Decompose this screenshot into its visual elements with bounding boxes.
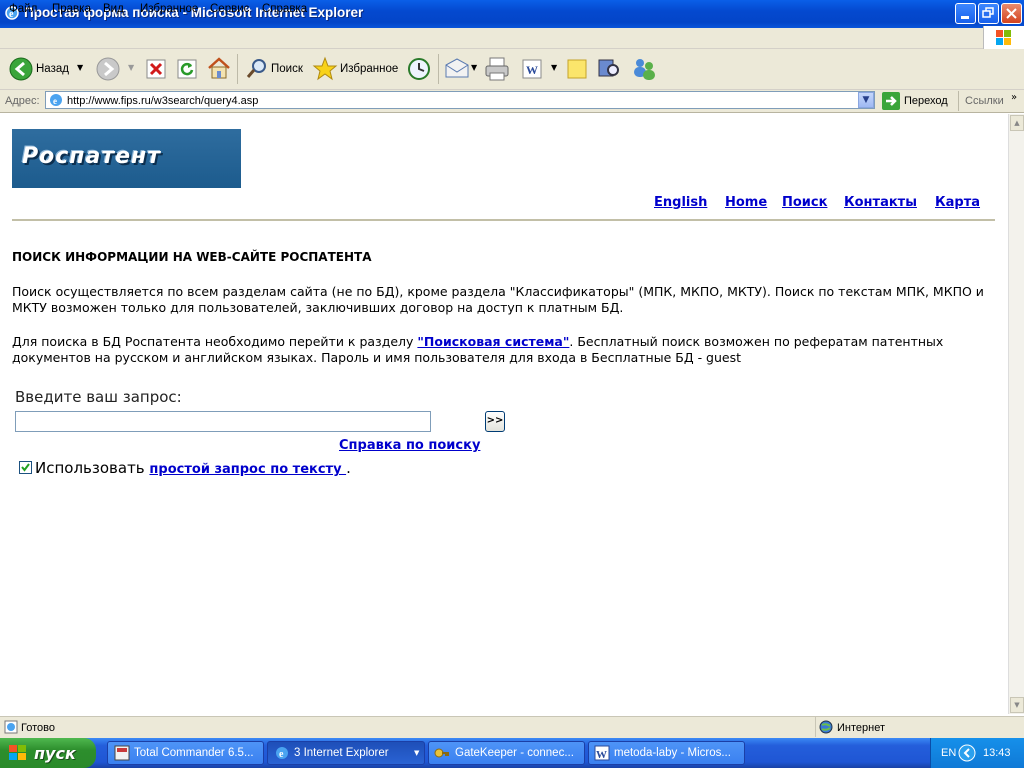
task-label: 3 Internet Explorer (294, 747, 389, 759)
search-icon[interactable] (245, 57, 269, 81)
back-button-label[interactable]: Назад (36, 63, 69, 75)
toolbar-separator (237, 54, 238, 84)
start-label[interactable]: пуск (34, 744, 76, 763)
svg-text:e: e (279, 749, 284, 760)
refresh-icon[interactable] (177, 59, 197, 79)
home-icon[interactable] (207, 56, 231, 80)
total-commander-icon (114, 745, 130, 761)
favorites-star-icon[interactable] (312, 56, 338, 82)
status-separator (815, 717, 816, 737)
close-button[interactable] (1001, 3, 1022, 24)
address-url[interactable]: http://www.fips.ru/w3search/query4.asp (67, 95, 258, 107)
query-label: Введите ваш запрос: (15, 388, 182, 406)
clock: 13:43 (983, 747, 1011, 759)
submit-search-button[interactable]: >> (485, 411, 505, 432)
checkbox-tail: . (346, 459, 351, 477)
go-arrow-icon[interactable] (882, 92, 900, 110)
mail-icon[interactable] (444, 57, 470, 81)
forward-dropdown-icon[interactable]: ▼ (128, 63, 134, 72)
favorites-button-label[interactable]: Избранное (340, 63, 398, 75)
print-icon[interactable] (484, 56, 510, 82)
group-dropdown-icon[interactable]: ▼ (414, 749, 419, 757)
nav-link-map[interactable]: Карта (935, 195, 980, 210)
checkmark-icon (21, 463, 30, 472)
tray-chevron-icon[interactable] (958, 744, 976, 762)
simple-query-link[interactable]: простой запрос по тексту (149, 462, 346, 477)
back-dropdown-icon[interactable]: ▼ (77, 63, 83, 72)
task-label: metoda-laby - Micros... (614, 747, 731, 759)
svg-text:W: W (596, 749, 607, 761)
windows-flag-icon (996, 30, 1011, 45)
menu-edit[interactable]: Правка (52, 3, 91, 15)
page-status-icon (4, 720, 18, 734)
page-heading: ПОИСК ИНФОРМАЦИИ НА WEB-САЙТЕ РОСПАТЕНТА (12, 250, 372, 264)
scroll-up-icon[interactable]: ▲ (1010, 115, 1024, 131)
word-edit-icon[interactable]: W (522, 59, 542, 79)
task-label: GateKeeper - connec... (455, 747, 574, 759)
chevron-right-icon[interactable]: » (1011, 92, 1017, 103)
intro-paragraph: Поиск осуществляется по всем разделам са… (12, 284, 984, 315)
toolbar-separator (958, 91, 959, 111)
mail-dropdown-icon[interactable]: ▼ (471, 63, 477, 72)
research-icon[interactable] (597, 56, 621, 80)
language-indicator[interactable]: EN (941, 747, 956, 759)
nav-link-search[interactable]: Поиск (782, 195, 827, 210)
edit-dropdown-icon[interactable]: ▼ (551, 63, 557, 72)
query-input[interactable] (15, 411, 431, 432)
vertical-scrollbar[interactable]: ▲ ▼ (1008, 114, 1024, 714)
menu-favorites[interactable]: Избранное (140, 3, 198, 15)
nav-link-english[interactable]: English (654, 195, 707, 210)
paragraph-text: Для поиска в БД Роспатента необходимо пе… (12, 334, 418, 349)
menu-file[interactable]: Файл (9, 3, 37, 15)
windows-logo (983, 26, 1024, 50)
go-button[interactable]: Переход (904, 95, 948, 107)
messenger-icon[interactable] (630, 56, 658, 82)
svg-text:W: W (526, 63, 538, 77)
history-icon[interactable] (406, 56, 432, 82)
menu-tools[interactable]: Сервис (210, 3, 249, 15)
address-dropdown-icon[interactable]: ▼ (858, 92, 874, 108)
word-icon: W (594, 745, 610, 761)
address-label: Адрес: (5, 95, 40, 107)
checkbox-row: Использовать простой запрос по тексту . (35, 459, 351, 477)
toolbar-separator (438, 54, 439, 84)
minimize-button[interactable] (955, 3, 976, 24)
close-icon (1006, 8, 1017, 19)
simple-query-checkbox[interactable] (19, 461, 32, 474)
divider (12, 219, 995, 221)
scroll-down-icon[interactable]: ▼ (1010, 697, 1024, 713)
discuss-icon[interactable] (566, 58, 588, 80)
menu-view[interactable]: Вид (103, 3, 124, 15)
nav-link-contacts[interactable]: Контакты (844, 195, 917, 210)
menu-help[interactable]: Справка (262, 3, 307, 15)
nav-link-home[interactable]: Home (725, 195, 767, 210)
svg-text:e: e (53, 96, 57, 106)
logo-text: Роспатент (22, 144, 161, 169)
internet-zone-icon (819, 720, 833, 734)
key-icon (434, 748, 449, 758)
restore-icon (982, 7, 994, 18)
search-help-link[interactable]: Справка по поиску (339, 438, 480, 453)
windows-flag-icon (9, 745, 26, 760)
task-label: Total Commander 6.5... (134, 747, 254, 759)
status-text: Готово (21, 722, 55, 734)
back-arrow-icon[interactable] (9, 57, 33, 81)
page-icon: e (50, 94, 62, 106)
search-system-link[interactable]: "Поисковая система" (417, 334, 569, 349)
forward-arrow-icon[interactable] (96, 57, 120, 81)
checkbox-label: Использовать (35, 459, 150, 477)
minimize-icon (961, 16, 969, 19)
maximize-button[interactable] (978, 3, 999, 24)
search-system-paragraph: Для поиска в БД Роспатента необходимо пе… (12, 334, 997, 366)
links-toolbar[interactable]: Ссылки (965, 95, 1004, 107)
ie-icon: e (276, 747, 288, 760)
stop-icon[interactable] (146, 59, 166, 79)
zone-text: Интернет (837, 722, 885, 734)
search-button-label[interactable]: Поиск (271, 63, 303, 75)
menu-bar (0, 28, 1024, 49)
